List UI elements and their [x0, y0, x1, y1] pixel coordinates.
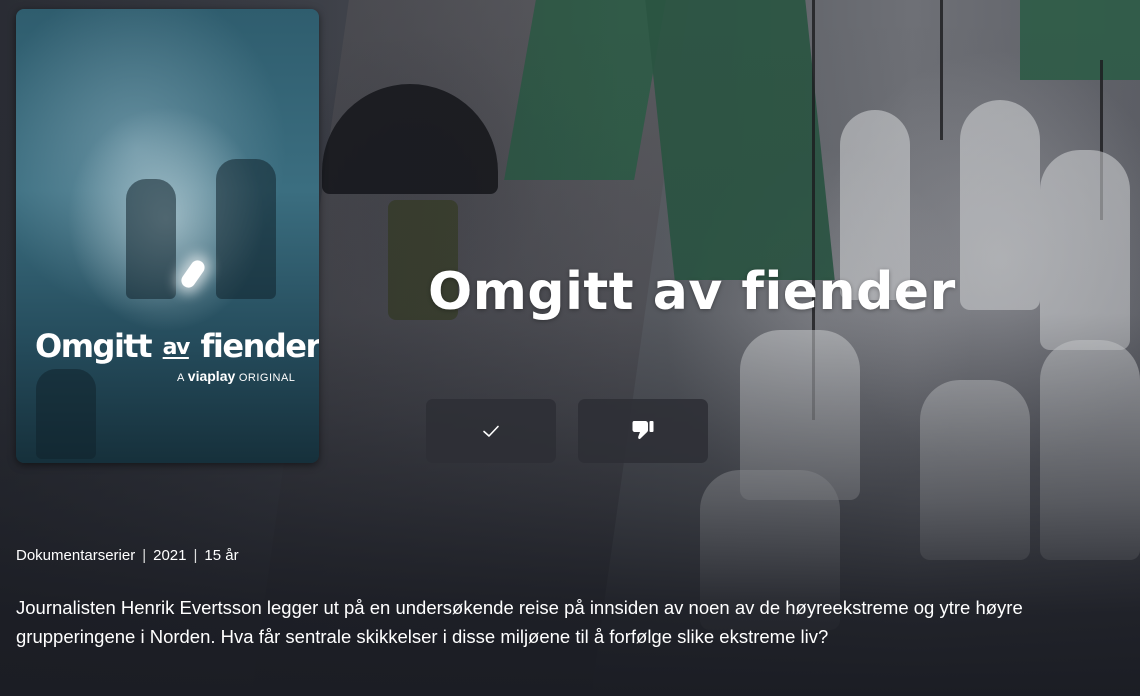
poster-title-part: fiender — [200, 327, 319, 365]
meta-separator: | — [193, 547, 198, 564]
series-title: Omgitt av fiender — [428, 262, 956, 322]
series-description: Journalisten Henrik Evertsson legger ut … — [16, 597, 1023, 647]
thumbs-down-icon — [630, 419, 656, 443]
genre-label: Dokumentarserier — [16, 547, 136, 564]
add-to-list-button[interactable] — [426, 399, 556, 463]
metadata-row: Dokumentarserier | 2021 | 15 år — [16, 547, 239, 564]
dislike-button[interactable] — [578, 399, 708, 463]
poster-title-part: av — [162, 335, 191, 360]
poster-title-part: Omgitt — [35, 327, 153, 365]
poster-figure — [126, 179, 176, 299]
poster-image: Omgitt av fiender A viaplay ORIGINAL — [16, 9, 319, 463]
poster-subtitle: A viaplay ORIGINAL — [177, 368, 295, 384]
age-rating-label: 15 år — [204, 547, 239, 564]
year-label: 2021 — [153, 547, 187, 564]
poster-title: Omgitt av fiender — [35, 327, 319, 365]
poster-subtitle-suffix: ORIGINAL — [238, 372, 296, 384]
poster-subtitle-prefix: A — [177, 372, 185, 384]
viaplay-logo-text: viaplay — [187, 368, 236, 384]
poster-figure — [216, 159, 276, 299]
poster-flare — [178, 257, 208, 291]
checkmark-icon — [481, 423, 501, 439]
meta-separator: | — [142, 547, 147, 564]
poster-figure — [36, 369, 96, 459]
